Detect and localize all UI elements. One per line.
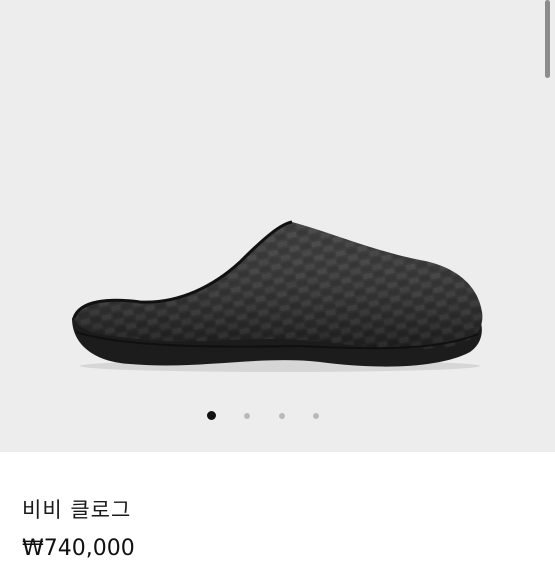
pagination-dot-4[interactable]: [313, 413, 319, 419]
product-image-gallery[interactable]: [0, 0, 555, 452]
scrollbar[interactable]: [545, 0, 550, 78]
product-price: ₩740,000: [22, 536, 135, 561]
product-info: 비비 클로그 ₩740,000: [0, 452, 555, 561]
woven-clog-image: [72, 220, 483, 372]
product-title: 비비 클로그: [22, 498, 132, 522]
pagination-dot-1[interactable]: [207, 411, 216, 420]
pagination-dot-3[interactable]: [279, 413, 285, 419]
pagination-dot-2[interactable]: [244, 413, 250, 419]
image-pagination-dots: [0, 410, 555, 422]
